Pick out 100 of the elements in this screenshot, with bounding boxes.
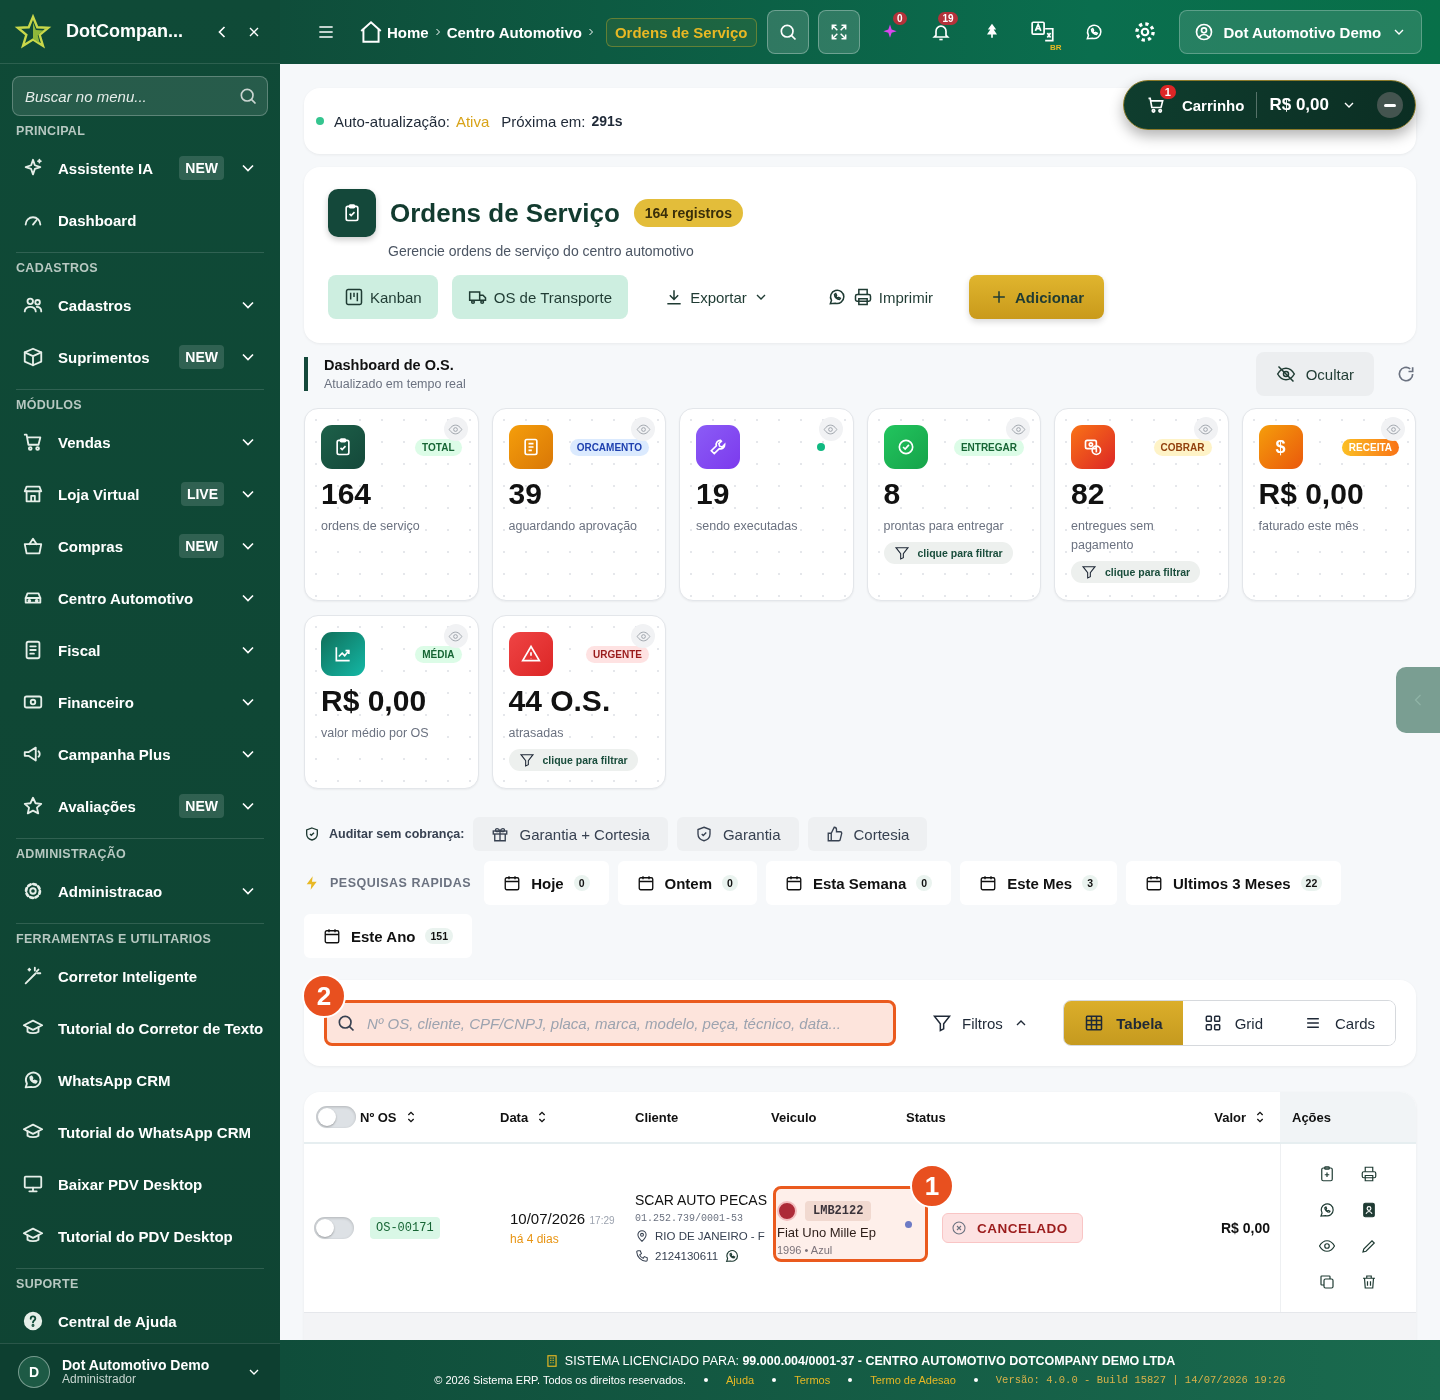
filter-chip[interactable]: clique para filtrar: [883, 542, 1013, 564]
pencil-icon[interactable]: [1359, 1237, 1378, 1255]
sidebar-item[interactable]: Loja Virtual LIVE: [12, 468, 268, 520]
audit-filter-button[interactable]: Garantia: [676, 817, 799, 851]
stat-card[interactable]: URGENTE 44 O.S. atrasadas clique para filtrar: [491, 615, 666, 789]
column-header[interactable]: Status: [906, 1092, 1200, 1142]
column-header[interactable]: Ações: [1280, 1092, 1416, 1142]
sidebar-item[interactable]: Campanha Plus: [12, 728, 268, 780]
user-menu-button[interactable]: Dot Automotivo Demo: [1178, 10, 1423, 54]
visibility-toggle[interactable]: [631, 624, 655, 648]
stat-card[interactable]: COBRAR 82 entregues sem pagamento clique para filtrar: [1054, 408, 1229, 601]
stat-card[interactable]: ENTREGAR 8 prontas para entregar clique para filtrar: [866, 408, 1041, 601]
stat-card[interactable]: $ RECEITA R$ 0,00 faturado este mês: [1241, 408, 1416, 601]
visibility-toggle[interactable]: [1006, 417, 1030, 441]
sidebar-item[interactable]: Centro Automotivo: [12, 572, 268, 624]
sidebar-item[interactable]: WhatsApp CRM: [12, 1054, 268, 1106]
sidebar-item[interactable]: Vendas: [12, 416, 268, 468]
toggle-switch[interactable]: [316, 1106, 356, 1128]
sidebar-item[interactable]: Administracao: [12, 865, 268, 917]
sidebar-item[interactable]: Suprimentos NEW: [12, 331, 268, 383]
visibility-toggle[interactable]: [1193, 417, 1218, 441]
sidebar-item[interactable]: Tutorial do WhatsApp CRM: [12, 1106, 268, 1158]
action-button[interactable]: Imprimir: [804, 275, 955, 319]
order-number[interactable]: OS-00171: [370, 1217, 440, 1239]
item-label: WhatsApp CRM: [58, 1071, 172, 1089]
search-button[interactable]: [766, 10, 809, 54]
column-header[interactable]: Cliente: [635, 1092, 771, 1142]
stat-card[interactable]: MÉDIA R$ 0,00 valor médio por OS: [304, 615, 479, 789]
column-header[interactable]: Valor: [1200, 1092, 1280, 1142]
brand-logo: [777, 1200, 797, 1221]
sidebar-item[interactable]: Fiscal: [12, 624, 268, 676]
add-button[interactable]: Adicionar: [969, 275, 1105, 319]
warning-icon: [520, 644, 541, 664]
audit-filter-button[interactable]: Garantia + Cortesia: [473, 817, 668, 851]
item-label: Centro Automotivo: [58, 589, 195, 607]
user-panel[interactable]: D Dot Automotivo Demo Administrador: [0, 1343, 280, 1400]
whatsapp-icon[interactable]: [724, 1248, 741, 1264]
sidebar-item[interactable]: Assistente IA NEW: [12, 142, 268, 194]
visibility-toggle[interactable]: [443, 624, 468, 648]
printer-icon[interactable]: [1359, 1165, 1378, 1183]
filter-chip[interactable]: clique para filtrar: [1071, 561, 1201, 583]
quick-search-button[interactable]: Hoje 0: [484, 861, 609, 905]
sidebar-item[interactable]: Central de Ajuda: [12, 1295, 268, 1343]
cart-widget[interactable]: 1 Carrinho R$ 0,00: [1122, 80, 1416, 130]
quick-search-button[interactable]: Ultimos 3 Meses 22: [1126, 861, 1342, 905]
sidebar-item[interactable]: Tutorial do Corretor de Texto: [12, 1002, 268, 1054]
stat-card[interactable]: 19 sendo executadas: [679, 408, 854, 601]
refresh-icon[interactable]: [1396, 364, 1416, 384]
filters-button[interactable]: Filtros: [926, 1012, 1035, 1034]
stat-value: 19: [696, 477, 731, 511]
stat-card[interactable]: TOTAL 164 ordens de serviço: [304, 408, 479, 601]
help-icon: [22, 1310, 44, 1332]
sidebar-item[interactable]: Baixar PDV Desktop: [12, 1158, 268, 1210]
whatsapp-icon[interactable]: [1317, 1201, 1336, 1219]
quick-search-button[interactable]: Esta Semana 0: [765, 861, 952, 905]
visibility-toggle[interactable]: [818, 417, 843, 441]
visibility-toggle[interactable]: [631, 417, 655, 441]
breadcrumb-link[interactable]: Home: [387, 23, 429, 41]
toggle-switch[interactable]: [314, 1217, 354, 1239]
fullscreen-button[interactable]: [817, 10, 860, 54]
breadcrumb-link[interactable]: Centro Automotivo: [446, 23, 582, 41]
stat-value: 39: [508, 477, 543, 511]
quick-search-button[interactable]: Ontem 0: [617, 861, 757, 905]
cart-icon: [22, 431, 44, 453]
stat-card[interactable]: ORCAMENTO 39 aguardando aprovação: [491, 408, 666, 601]
action-button[interactable]: Kanban: [328, 275, 438, 319]
sidebar-item[interactable]: Cadastros: [12, 279, 268, 331]
visibility-toggle[interactable]: [1381, 417, 1405, 441]
filter-chip[interactable]: clique para filtrar: [508, 749, 638, 771]
column-header[interactable]: Data: [500, 1092, 635, 1142]
language-button[interactable]: BR: [1021, 10, 1064, 54]
sidebar-item[interactable]: Avaliações NEW: [12, 780, 268, 832]
footer-link[interactable]: Termos: [794, 1374, 831, 1386]
side-panel-handle[interactable]: [1396, 667, 1440, 733]
section-title: ADMINISTRAÇÃO: [15, 845, 128, 863]
sidebar-item[interactable]: Dashboard: [12, 194, 268, 246]
action-button[interactable]: Exportar: [642, 275, 791, 319]
ai-button[interactable]: 0: [868, 10, 911, 54]
count-badge: 1: [1159, 85, 1176, 99]
notifications-button[interactable]: 19: [919, 10, 962, 54]
hide-button[interactable]: Ocultar: [1255, 352, 1374, 396]
sidebar-item[interactable]: Financeiro: [12, 676, 268, 728]
sidebar-item[interactable]: Compras NEW: [12, 520, 268, 572]
column-header[interactable]: Nº OS: [360, 1092, 500, 1142]
sidebar-item[interactable]: Tutorial do PDV Desktop: [12, 1210, 268, 1262]
action-button[interactable]: OS de Transporte: [451, 275, 629, 319]
view-tab[interactable]: Tabela: [1064, 1001, 1183, 1045]
eye-icon[interactable]: [1317, 1237, 1336, 1255]
quick-search-button[interactable]: Este Mes 3: [960, 861, 1117, 905]
visibility-toggle[interactable]: [443, 417, 468, 441]
minimize-button[interactable]: [1377, 92, 1403, 118]
footer-link[interactable]: Ajuda: [726, 1374, 755, 1386]
page-subtitle: Gerencie ordens de serviço do centro automotivo: [388, 243, 695, 259]
audit-filter-button[interactable]: Cortesia: [807, 817, 928, 851]
breadcrumb-link[interactable]: Ordens de Serviço: [605, 17, 757, 47]
sidebar-item[interactable]: Corretor Inteligente: [12, 950, 268, 1002]
copy-icon[interactable]: [1317, 1273, 1336, 1291]
footer-link[interactable]: Termo de Adesao: [870, 1374, 956, 1386]
column-header[interactable]: Veiculo: [771, 1092, 906, 1142]
quick-search-button[interactable]: Este Ano 151: [304, 914, 472, 958]
